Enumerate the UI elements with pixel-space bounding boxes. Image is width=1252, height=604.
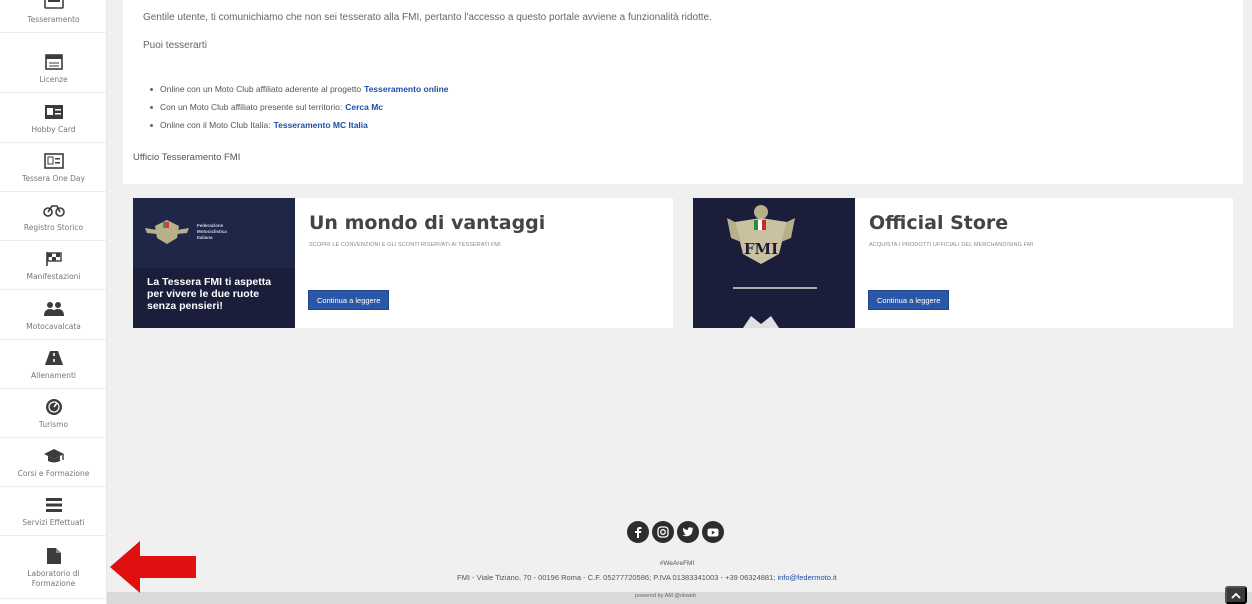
flag-icon xyxy=(43,249,65,269)
document-icon xyxy=(43,546,65,566)
footer-address: FMI - Viale Tiziano, 70 - 00196 Roma - C… xyxy=(457,573,837,582)
card-subtitle: SCOPRI LE CONVENZIONI E GLI SCONTI RISER… xyxy=(309,242,501,248)
id-card-outline-icon xyxy=(43,151,65,171)
sidebar-item-label: Laboratorio di Formazione xyxy=(27,569,80,588)
bullet-icon xyxy=(150,123,153,127)
sidebar-item-label: Licenze xyxy=(39,74,68,84)
list-item: Online con un Moto Club affiliato aderen… xyxy=(150,80,449,98)
card-title: Official Store xyxy=(869,212,1009,234)
sidebar-item-label: Registro Storico xyxy=(23,222,84,232)
facebook-icon[interactable] xyxy=(627,521,649,543)
instagram-icon[interactable] xyxy=(652,521,674,543)
annotation-arrow-icon xyxy=(110,541,196,593)
sidebar-item-motocavalcata[interactable]: Motocavalcata xyxy=(0,291,107,340)
social-links xyxy=(627,521,724,543)
sidebar-item-registro-storico[interactable]: Registro Storico xyxy=(0,192,107,241)
sidebar-item-label: Turismo xyxy=(38,419,69,429)
membership-card-icon xyxy=(43,0,65,12)
fmi-emblem-icon xyxy=(693,198,855,328)
speedometer-icon xyxy=(43,397,65,417)
sidebar-item-label: Corsi e Formazione xyxy=(17,468,90,478)
sidebar-item-label: Tessera One Day xyxy=(22,173,85,183)
link-tesseramento-mc-italia[interactable]: Tesseramento MC Italia xyxy=(274,118,368,132)
card-title: Un mondo di vantaggi xyxy=(309,212,546,234)
scroll-to-top-button[interactable] xyxy=(1225,586,1247,604)
bullet-icon xyxy=(150,105,153,109)
users-icon xyxy=(43,299,65,319)
sidebar-item-label: Servizi Effettuati xyxy=(22,517,85,527)
sidebar-item-tessera-one-day[interactable]: Tessera One Day xyxy=(0,143,107,192)
sidebar-item-label: Tesseramento xyxy=(27,14,80,24)
link-tesseramento-online[interactable]: Tesseramento online xyxy=(364,82,448,96)
membership-notice: Gentile utente, ti comunichiamo che non … xyxy=(123,0,1243,184)
sidebar-item-label: Allenamenti xyxy=(31,370,76,380)
sidebar-item-label: Motocavalcata xyxy=(26,321,81,331)
continue-reading-button[interactable]: Continua a leggere xyxy=(308,290,390,310)
sidebar-item-corsi-formazione[interactable]: Corsi e Formazione xyxy=(0,438,107,487)
card-image-org: Federazione Motociclistica Italiana xyxy=(197,223,227,240)
id-card-icon xyxy=(43,102,65,122)
twitter-icon[interactable] xyxy=(677,521,699,543)
membership-options-list: Online con un Moto Club affiliato aderen… xyxy=(150,80,449,134)
list-item: Online con il Moto Club Italia: Tesserame… xyxy=(150,116,449,134)
continue-reading-button[interactable]: Continua a leggere xyxy=(868,290,950,310)
fmi-logo-text: FMI xyxy=(743,240,779,258)
sidebar-item-label: Hobby Card xyxy=(31,124,76,134)
footer-email-link[interactable]: info@federmoto.it xyxy=(777,573,836,582)
youtube-icon[interactable] xyxy=(702,521,724,543)
sidebar-item-label: Manifestazioni xyxy=(26,271,81,281)
sidebar-item-allenamenti[interactable]: Allenamenti xyxy=(0,340,107,389)
notice-prompt: Puoi tesserarti xyxy=(143,40,207,51)
card-vantaggi: Federazione Motociclistica Italiana La T… xyxy=(133,198,673,328)
link-cerca-mc[interactable]: Cerca Mc xyxy=(345,100,383,114)
card-image-store: FMI xyxy=(693,198,855,328)
list-icon xyxy=(43,495,65,515)
footer-hashtag: #WeAreFMI xyxy=(659,560,695,567)
sidebar-item-manifestazioni[interactable]: Manifestazioni xyxy=(0,241,107,290)
list-item: Con un Moto Club affiliato presente sul … xyxy=(150,98,449,116)
graduation-cap-icon xyxy=(43,446,65,466)
powered-by-text: powered by AM @nkweb xyxy=(635,593,696,599)
chevron-up-icon xyxy=(1231,592,1241,599)
powered-bar: powered by AM @nkweb xyxy=(107,592,1252,604)
sidebar-item-turismo[interactable]: Turismo xyxy=(0,389,107,438)
sidebar-item-hobby-card[interactable]: Hobby Card xyxy=(0,94,107,143)
sidebar-item-licenze[interactable]: Licenze xyxy=(0,44,107,93)
sidebar-item-laboratorio-formazione[interactable]: Laboratorio di Formazione xyxy=(0,537,107,599)
card-official-store: FMI Official Store ACQUISTA I PRODOTTI U… xyxy=(693,198,1233,328)
card-subtitle: ACQUISTA I PRODOTTI UFFICIALI DEL MERCHA… xyxy=(869,242,1034,248)
card-image-text: La Tessera FMI ti aspetta per vivere le … xyxy=(147,276,272,312)
sidebar: Tesseramento Licenze Hobby Card Tessera … xyxy=(0,0,107,604)
motorcycle-icon xyxy=(42,200,65,220)
main-content: Gentile utente, ti comunichiamo che non … xyxy=(107,0,1252,604)
sidebar-item-servizi-effettuati[interactable]: Servizi Effettuati xyxy=(0,487,107,536)
license-icon xyxy=(43,52,65,72)
notice-message: Gentile utente, ti comunichiamo che non … xyxy=(143,12,712,23)
bullet-icon xyxy=(150,87,153,91)
footer-address-text: FMI - Viale Tiziano, 70 - 00196 Roma - C… xyxy=(457,573,776,582)
sidebar-item-tesseramento[interactable]: Tesseramento xyxy=(0,0,107,33)
app-root: Tesseramento Licenze Hobby Card Tessera … xyxy=(0,0,1252,604)
card-image-tessera: Federazione Motociclistica Italiana La T… xyxy=(133,198,295,328)
notice-signature: Ufficio Tesseramento FMI xyxy=(133,152,241,163)
road-icon xyxy=(43,348,65,368)
